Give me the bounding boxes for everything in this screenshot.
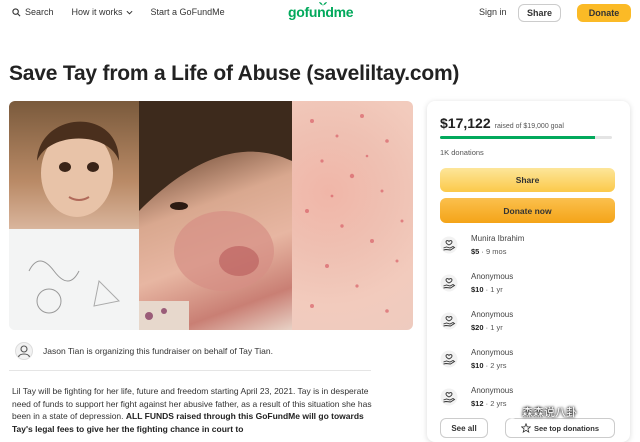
donations-count: 1K donations [440,148,484,157]
see-top-label: See top donations [533,423,599,433]
raised-amount: $17,122 [440,115,491,131]
donor-name: Anonymous [471,348,514,357]
how-it-works-label: How it works [71,7,123,17]
donor-time: 9 mos [486,247,507,256]
photo-child-bruised-cheek [139,101,292,330]
progress-bar [440,136,612,139]
donor-item: Anonymous $20 · 1 yr [440,310,620,340]
donor-hand-heart-icon [440,350,458,368]
donor-name: Anonymous [471,310,514,319]
photo-bruise-illustration [139,101,292,330]
search-icon [12,7,21,16]
progress-fill [440,136,595,139]
watermark-text: 森森说八卦 [522,407,577,419]
donor-hand-heart-icon [440,274,458,292]
donor-detail: $10 · 2 yrs [471,361,507,370]
campaign-story: Lil Tay will be fighting for her life, f… [12,385,372,435]
logo-sprout-icon [319,2,327,7]
donor-detail: $5 · 9 mos [471,247,507,256]
donor-amount: $10 [471,361,484,370]
donor-name: Anonymous [471,272,514,281]
donor-name: Anonymous [471,386,514,395]
donor-detail: $12 · 2 yrs [471,399,507,408]
donor-amount: $20 [471,323,484,332]
organizer-row: Jason Tian is organizing this fundraiser… [9,338,371,364]
watermark: 森森说八卦 [505,404,577,420]
see-top-donations-button[interactable]: See top donations [505,418,615,438]
donor-hand-heart-icon [440,312,458,330]
photo-child-illustration [9,121,139,330]
raised-summary: $17,122 raised of $19,000 goal [440,115,564,131]
divider [9,370,371,371]
donor-amount: $5 [471,247,480,256]
donor-detail: $10 · 1 yr [471,285,503,294]
header-donate-button[interactable]: Donate [577,4,631,22]
card-share-button[interactable]: Share [440,168,615,192]
sign-in-link[interactable]: Sign in [479,7,507,17]
donor-time: 1 yr [490,323,503,332]
chevron-down-icon [126,10,133,15]
donor-hand-heart-icon [440,236,458,254]
donate-now-button[interactable]: Donate now [440,198,615,223]
donor-time: 2 yrs [490,361,507,370]
donor-amount: $12 [471,399,484,408]
donor-hand-heart-icon [440,388,458,406]
donor-amount: $10 [471,285,484,294]
star-icon [520,423,531,433]
search-link[interactable]: Search [12,7,54,17]
header-share-button[interactable]: Share [518,4,561,22]
see-all-button[interactable]: See all [440,418,488,438]
donor-item: Anonymous $10 · 1 yr [440,272,620,302]
photo-rash-illustration [305,114,404,313]
donor-name: Munira Ibrahim [471,234,525,243]
person-icon [15,342,33,360]
start-gofundme-link[interactable]: Start a GoFundMe [151,7,225,17]
search-label: Search [25,7,54,17]
photo-rash-skin [292,101,413,330]
watermark-logo-icon [505,405,519,419]
how-it-works-menu[interactable]: How it works [72,7,133,17]
nav-left-group: Search How it works Start a GoFundMe [12,7,243,17]
donor-time: 1 yr [490,285,503,294]
donor-item: Anonymous $10 · 2 yrs [440,348,620,378]
donor-detail: $20 · 1 yr [471,323,503,332]
photo-child-with-drawing [9,101,139,330]
top-navigation: Search How it works Start a GoFundMe gof… [0,0,640,28]
organizer-text: Jason Tian is organizing this fundraiser… [43,346,273,356]
campaign-photo-collage[interactable] [9,101,413,330]
goal-text: raised of $19,000 goal [494,123,564,130]
donor-time: 2 yrs [490,399,507,408]
page-title: Save Tay from a Life of Abuse (savelilta… [9,62,460,85]
donor-item: Munira Ibrahim $5 · 9 mos [440,234,620,264]
donation-card: $17,122 raised of $19,000 goal 1K donati… [427,101,630,442]
